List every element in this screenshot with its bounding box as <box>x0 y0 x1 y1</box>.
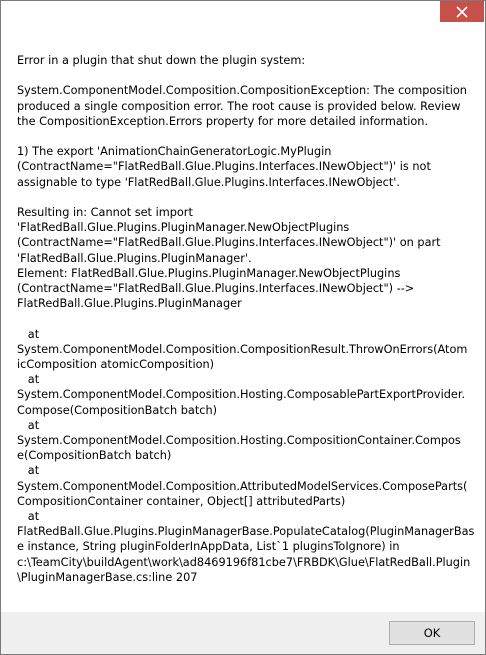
message-line: c:\TeamCity\buildAgent\work\ad8469196f81… <box>17 555 471 569</box>
title-bar[interactable] <box>1 1 485 29</box>
message-line: System.ComponentModel.Composition.Compos… <box>17 342 468 356</box>
message-line: at <box>17 418 40 432</box>
message-line: System.ComponentModel.Composition.Compos… <box>17 84 467 98</box>
message-line: assignable to type 'FlatRedBall.Glue.Plu… <box>17 175 400 189</box>
message-line: Error in a plugin that shut down the plu… <box>17 54 306 67</box>
message-paragraph: System.ComponentModel.Composition.Compos… <box>17 83 477 129</box>
error-dialog-window: Error in a plugin that shut down the plu… <box>0 0 486 655</box>
message-line: 'FlatRedBall.Glue.Plugins.PluginManager'… <box>17 251 252 265</box>
message-line: \PluginManagerBase.cs:line 207 <box>17 570 198 584</box>
message-line: icComposition atomicComposition) <box>17 358 215 371</box>
message-line: (ContractName="FlatRedBall.Glue.Plugins.… <box>17 236 441 250</box>
message-line: (ContractName="FlatRedBall.Glue.Plugins.… <box>17 160 431 174</box>
message-line: 'FlatRedBall.Glue.Plugins.PluginManager.… <box>17 221 350 235</box>
message-line: e instance, String pluginFolderInAppData… <box>17 540 400 554</box>
message-line: the CompositionException.Errors property… <box>17 114 429 128</box>
message-paragraph: Error in a plugin that shut down the plu… <box>17 53 477 68</box>
ok-button[interactable]: OK <box>389 621 475 645</box>
close-button[interactable] <box>440 1 484 22</box>
message-line: produced a single composition error. The… <box>17 99 461 113</box>
message-line: e(CompositionBatch batch) <box>17 449 172 463</box>
error-message: Error in a plugin that shut down the plu… <box>17 53 477 585</box>
message-line: (ContractName="FlatRedBall.Glue.Plugins.… <box>17 282 415 295</box>
message-line: 1) The export 'AnimationChainGeneratorLo… <box>17 145 332 159</box>
close-icon <box>456 5 468 18</box>
message-line: System.ComponentModel.Composition.Attrib… <box>17 479 468 493</box>
message-line: at <box>17 510 40 524</box>
message-line: Element: FlatRedBall.Glue.Plugins.Plugin… <box>17 266 401 280</box>
message-paragraph: at System.ComponentModel.Composition.Comp… <box>17 327 477 585</box>
message-line: Resulting in: Cannot set import <box>17 205 193 219</box>
message-line: Compose(CompositionBatch batch) <box>17 403 218 417</box>
message-line: System.ComponentModel.Composition.Hostin… <box>17 434 461 448</box>
message-line: at <box>17 464 40 478</box>
message-line: CompositionContainer container, Object[]… <box>17 494 346 508</box>
dialog-footer: OK <box>1 612 485 654</box>
message-line: FlatRedBall.Glue.Plugins.PluginManagerBa… <box>17 525 475 539</box>
message-line: FlatRedBall.Glue.Plugins.PluginManager <box>17 297 242 311</box>
message-paragraph: Resulting in: Cannot set import 'FlatRedB… <box>17 205 477 311</box>
message-line: System.ComponentModel.Composition.Hostin… <box>17 388 466 402</box>
message-paragraph: 1) The export 'AnimationChainGeneratorLo… <box>17 144 477 190</box>
message-line: at <box>17 373 40 387</box>
message-line: at <box>17 327 40 341</box>
